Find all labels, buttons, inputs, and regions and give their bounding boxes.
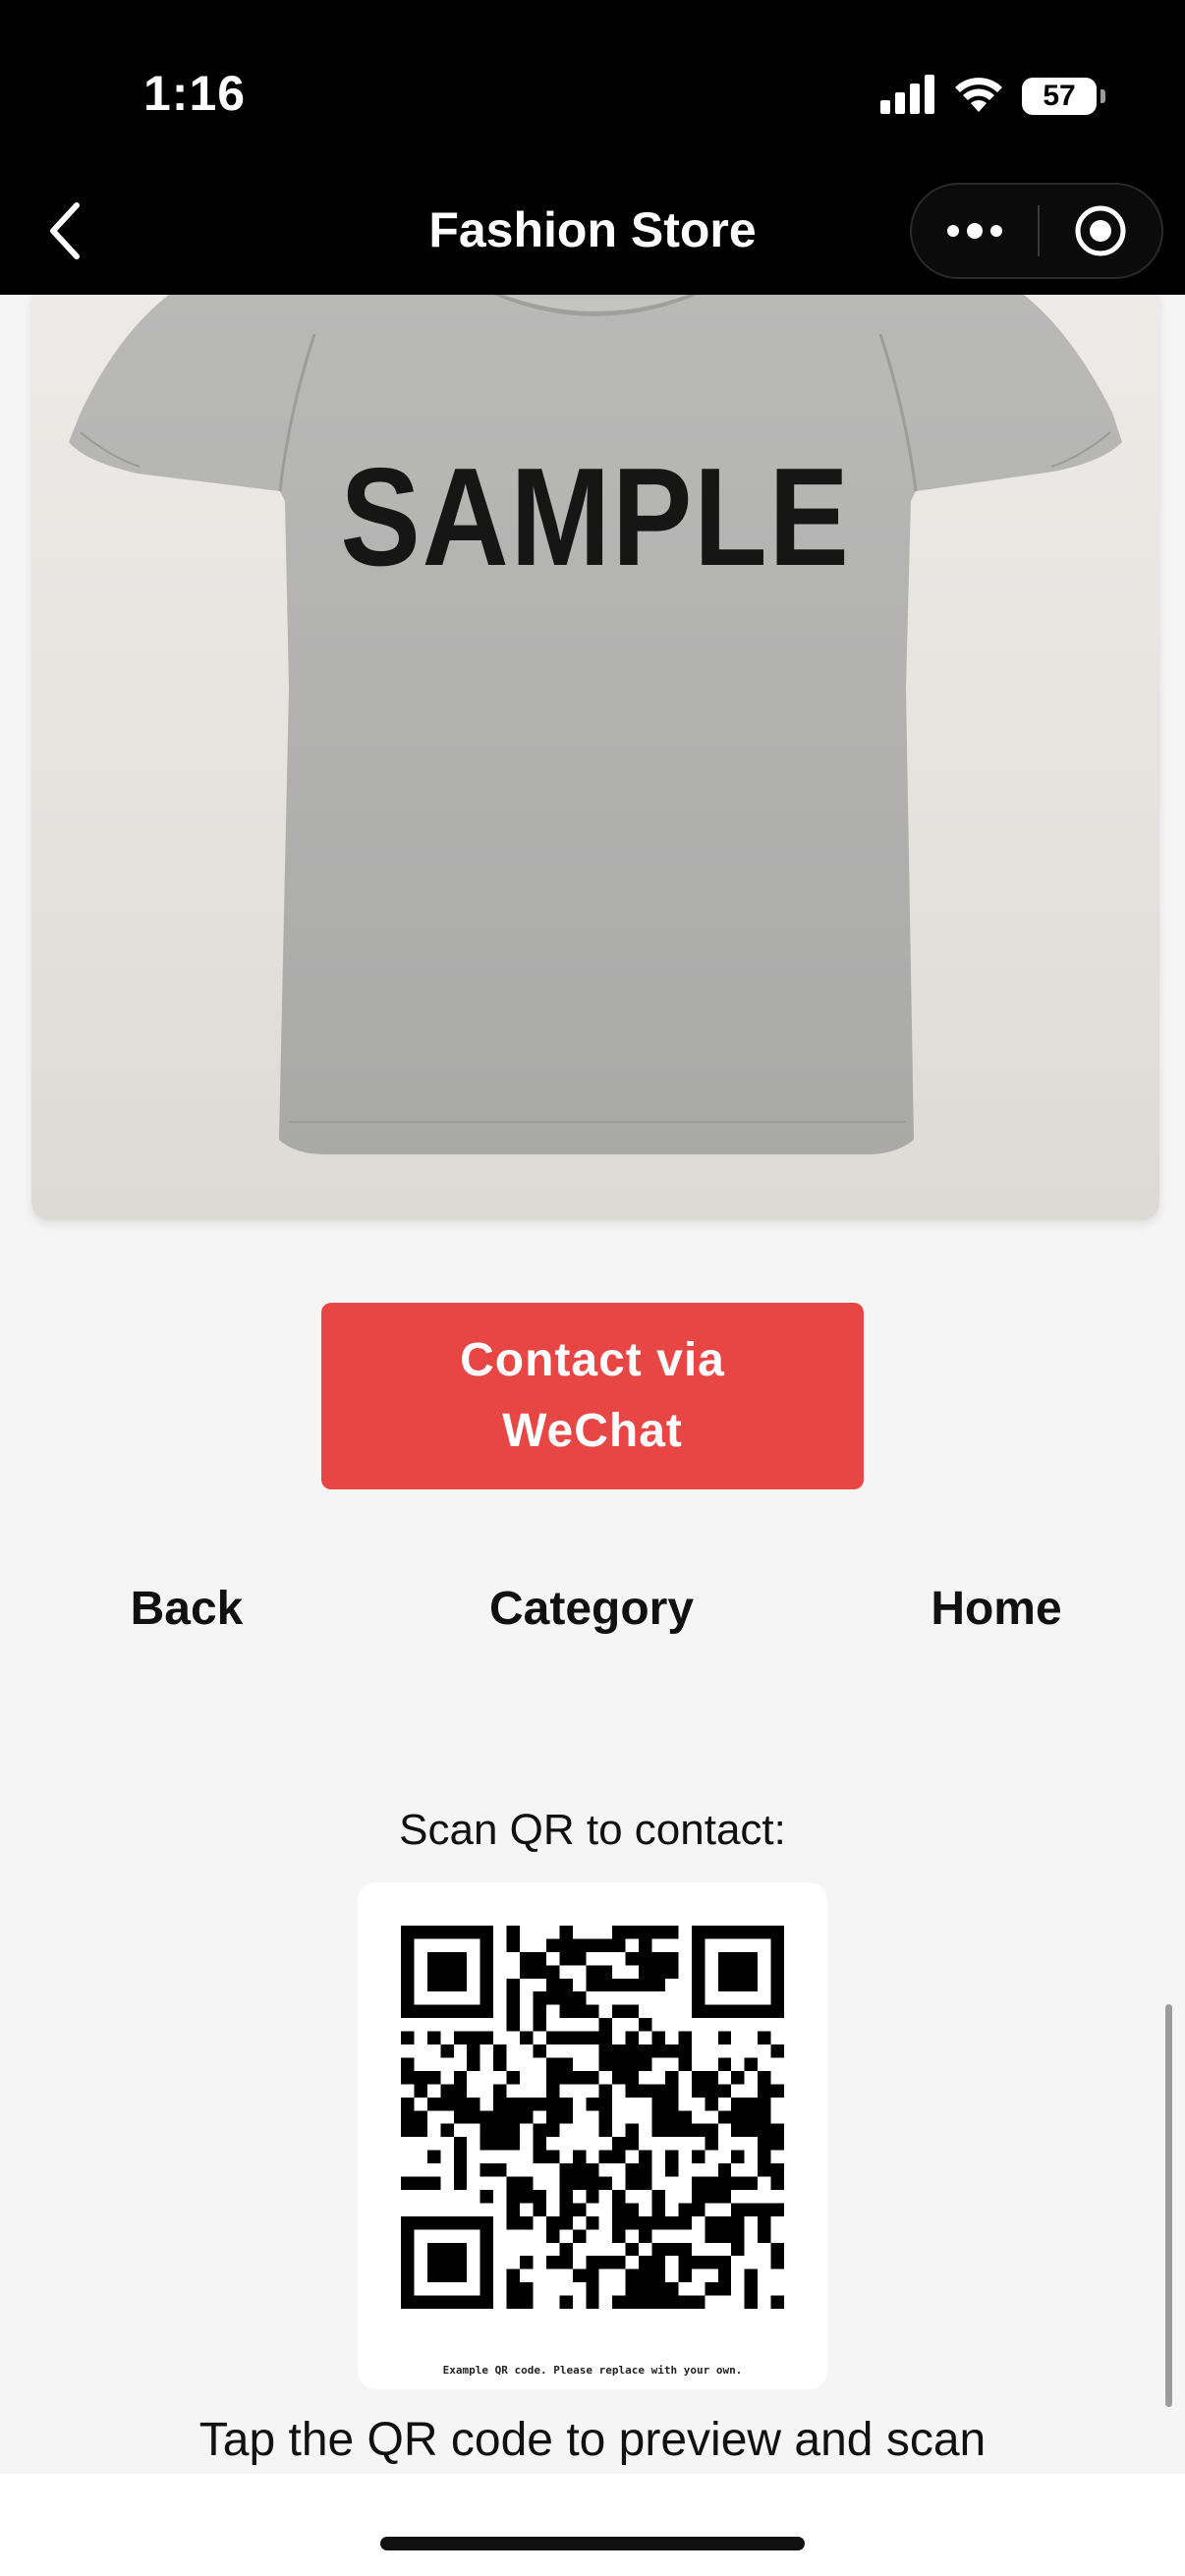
qr-code-card[interactable]: Example QR code. Please replace with you… bbox=[358, 1882, 827, 2389]
more-button[interactable] bbox=[912, 185, 1038, 277]
footer-home-link[interactable]: Home bbox=[931, 1582, 1061, 1636]
footer-back-link[interactable]: Back bbox=[131, 1582, 244, 1636]
status-icons: 57 bbox=[880, 71, 1105, 122]
contact-wechat-button[interactable]: Contact via WeChat bbox=[321, 1303, 864, 1489]
page: 1:16 57 Fashion Store SAMPLE Contact via… bbox=[0, 0, 1185, 2576]
footer-category-link[interactable]: Category bbox=[489, 1582, 694, 1636]
qr-hint: Tap the QR code to preview and scan bbox=[198, 2414, 987, 2466]
wifi-icon bbox=[953, 75, 1004, 119]
target-close-icon bbox=[1075, 205, 1126, 256]
status-time: 1:16 bbox=[143, 66, 247, 121]
more-dots-icon bbox=[947, 223, 1002, 239]
cellular-signal-icon bbox=[880, 74, 935, 119]
qr-caption: Scan QR to contact: bbox=[399, 1806, 786, 1854]
footer-nav: Back Category Home bbox=[0, 1582, 1185, 1651]
product-print-text: SAMPLE bbox=[340, 439, 851, 595]
qr-code-image bbox=[401, 1926, 784, 2309]
tshirt-image bbox=[69, 295, 1122, 1154]
top-bar: 1:16 57 Fashion Store bbox=[0, 0, 1185, 295]
home-indicator[interactable] bbox=[380, 2537, 805, 2550]
bottom-safe-area bbox=[0, 2474, 1185, 2576]
scrollbar[interactable] bbox=[1165, 2004, 1172, 2407]
qr-note: Example QR code. Please replace with you… bbox=[442, 2364, 743, 2377]
close-button[interactable] bbox=[1040, 185, 1161, 277]
product-image[interactable]: SAMPLE bbox=[31, 295, 1159, 1220]
miniprogram-capsule bbox=[910, 183, 1163, 279]
battery-indicator: 57 bbox=[1022, 78, 1105, 115]
